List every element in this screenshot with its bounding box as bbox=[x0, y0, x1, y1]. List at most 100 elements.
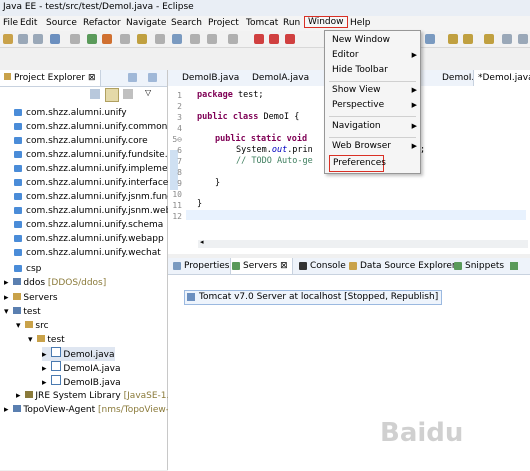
tree-item-src[interactable]: ▾ src bbox=[16, 319, 49, 333]
expand-icon[interactable]: ▸ bbox=[16, 391, 21, 401]
tool-icon[interactable] bbox=[190, 34, 200, 44]
tool-icon[interactable] bbox=[484, 34, 494, 44]
tab-demoib[interactable]: DemoIB.java bbox=[178, 70, 243, 86]
close-icon[interactable]: ⊠ bbox=[280, 261, 288, 271]
tool-icon[interactable] bbox=[137, 34, 147, 44]
code-line: package test; bbox=[197, 90, 264, 100]
package-icon bbox=[14, 207, 22, 214]
tab-project-explorer[interactable]: Project Explorer ⊠ bbox=[0, 70, 101, 86]
run-icon[interactable] bbox=[87, 34, 97, 44]
tree-item-package[interactable]: com.shzz.alumni.unify.core bbox=[14, 134, 148, 148]
tree-item-file[interactable]: ▸ DemoIB.java bbox=[42, 375, 121, 389]
expand-icon[interactable]: ▸ bbox=[4, 405, 9, 415]
new-icon[interactable] bbox=[3, 34, 13, 44]
menu-item-web-browser[interactable]: Web Browser ▶ bbox=[329, 139, 419, 154]
collapse-icon[interactable]: ▾ bbox=[16, 321, 21, 331]
menu-item-editor[interactable]: Editor ▶ bbox=[329, 48, 419, 63]
tool-icon[interactable] bbox=[463, 34, 473, 44]
scroll-left-icon[interactable]: ◂ bbox=[200, 238, 204, 246]
tab-data-source-explorer[interactable]: Data Source Explorer bbox=[348, 258, 456, 274]
tree-item-file[interactable]: ▸ DemoI.java bbox=[42, 347, 115, 361]
menu-run[interactable]: Run bbox=[283, 17, 300, 29]
menu-item-show-view[interactable]: Show View ▶ bbox=[329, 83, 419, 98]
tool-icon[interactable] bbox=[448, 34, 458, 44]
toggle-icon[interactable] bbox=[70, 34, 80, 44]
close-icon[interactable]: ⊠ bbox=[88, 73, 96, 83]
menu-search[interactable]: Search bbox=[171, 17, 202, 29]
expand-icon[interactable]: ▸ bbox=[4, 293, 9, 303]
save-all-icon[interactable] bbox=[33, 34, 43, 44]
chevron-down-icon[interactable]: ▽ bbox=[145, 88, 151, 97]
tree-item-package[interactable]: com.shzz.alumni.unify.common bbox=[14, 120, 167, 134]
menu-navigate[interactable]: Navigate bbox=[126, 17, 166, 29]
tree-item-test-package[interactable]: ▾ test bbox=[28, 333, 65, 347]
save-icon[interactable] bbox=[18, 34, 28, 44]
tab-demoi-active[interactable]: *DemoI.java bbox=[473, 70, 530, 86]
tree-item-package[interactable]: com.shzz.alumni.unify.implement bbox=[14, 162, 177, 176]
submenu-arrow-icon: ▶ bbox=[411, 101, 417, 109]
menu-item-new-window[interactable]: New Window bbox=[329, 33, 419, 48]
tree-item-package[interactable]: com.shzz.alumni.unify.jsnm.fundsite bbox=[14, 190, 189, 204]
tree-item-package[interactable]: com.shzz.alumni.unify.interfaces bbox=[14, 176, 173, 190]
tree-item-topoview[interactable]: ▸ TopoView-Agent [nms/TopoView- bbox=[4, 403, 169, 417]
expand-icon[interactable]: ▸ bbox=[4, 278, 9, 288]
tomcat-restart-icon[interactable] bbox=[285, 34, 295, 44]
menu-item-hide-toolbar[interactable]: Hide Toolbar bbox=[329, 63, 419, 78]
menu-item-navigation[interactable]: Navigation ▶ bbox=[329, 119, 419, 134]
tool-icon[interactable] bbox=[502, 34, 512, 44]
menu-item-preferences[interactable]: Preferences bbox=[329, 155, 386, 172]
tree-item-package[interactable]: com.shzz.alumni.unify.schema bbox=[14, 218, 163, 232]
debug-icon[interactable] bbox=[102, 34, 112, 44]
tool-icon[interactable] bbox=[120, 34, 130, 44]
tree-item-test-project[interactable]: ▾ test bbox=[4, 305, 41, 319]
menu-edit[interactable]: Edit bbox=[20, 17, 37, 29]
collapse-all-icon[interactable] bbox=[90, 89, 100, 99]
link-editor-icon[interactable] bbox=[105, 88, 119, 102]
tomcat-stop-icon[interactable] bbox=[269, 34, 279, 44]
tool-icon[interactable] bbox=[425, 34, 435, 44]
tree-item-file[interactable]: ▸ DemoIA.java bbox=[42, 361, 121, 375]
menu-help[interactable]: Help bbox=[350, 17, 371, 29]
menu-source[interactable]: Source bbox=[46, 17, 77, 29]
horizontal-scrollbar[interactable]: ◂ bbox=[198, 238, 528, 248]
tree-item-servers[interactable]: ▸ Servers bbox=[4, 291, 58, 305]
expand-icon[interactable]: ▸ bbox=[42, 350, 47, 360]
line-number: 10 bbox=[172, 190, 182, 199]
menu-item-perspective[interactable]: Perspective ▶ bbox=[329, 98, 419, 113]
tab-properties[interactable]: Properties bbox=[172, 258, 229, 274]
tree-item-ddos[interactable]: ▸ ddos [DDOS/ddos] bbox=[4, 276, 106, 290]
new-server-icon[interactable] bbox=[510, 262, 518, 270]
tree-item-jre[interactable]: ▸ JRE System Library [JavaSE-1.8 bbox=[16, 389, 175, 403]
server-entry[interactable]: Tomcat v7.0 Server at localhost [Stopped… bbox=[184, 290, 443, 305]
collapse-icon[interactable]: ▾ bbox=[4, 307, 9, 317]
tree-item-package[interactable]: com.shzz.alumni.unify.webapp bbox=[14, 232, 164, 246]
expand-icon[interactable]: ▸ bbox=[42, 378, 47, 388]
print-icon[interactable] bbox=[50, 34, 60, 44]
tree-item-package[interactable]: com.shzz.alumni.unify bbox=[14, 106, 127, 120]
view-menu-icon[interactable] bbox=[123, 89, 133, 99]
expand-icon[interactable]: ▸ bbox=[42, 364, 47, 374]
tool-icon[interactable] bbox=[228, 34, 238, 44]
tool-icon[interactable] bbox=[518, 34, 528, 44]
tab-servers[interactable]: Servers ⊠ bbox=[230, 258, 293, 274]
menu-refactor[interactable]: Refactor bbox=[83, 17, 121, 29]
tomcat-start-icon[interactable] bbox=[254, 34, 264, 44]
menu-file[interactable]: File bbox=[3, 17, 18, 29]
tree-item-package[interactable]: com.shzz.alumni.unify.jsnm.website bbox=[14, 204, 188, 218]
menu-tomcat[interactable]: Tomcat bbox=[246, 17, 278, 29]
minimize-icon[interactable] bbox=[128, 73, 137, 82]
tree-item-package[interactable]: com.shzz.alumni.unify.fundsite.web bbox=[14, 148, 186, 162]
maximize-icon[interactable] bbox=[148, 73, 157, 82]
tool-icon[interactable] bbox=[172, 34, 182, 44]
tool-icon[interactable] bbox=[155, 34, 165, 44]
collapse-icon[interactable]: ▾ bbox=[28, 335, 33, 345]
menu-project[interactable]: Project bbox=[208, 17, 239, 29]
tree-item-package[interactable]: csp bbox=[14, 262, 41, 276]
tool-icon[interactable] bbox=[207, 34, 217, 44]
tab-console[interactable]: Console bbox=[298, 258, 346, 274]
tree-item-package[interactable]: com.shzz.alumni.unify.wechat bbox=[14, 246, 161, 260]
explorer-toolbar: ▽ bbox=[90, 88, 165, 102]
menu-window[interactable]: Window bbox=[304, 16, 348, 28]
tab-snippets[interactable]: Snippets bbox=[453, 258, 504, 274]
tab-demoia[interactable]: DemoIA.java bbox=[248, 70, 313, 86]
